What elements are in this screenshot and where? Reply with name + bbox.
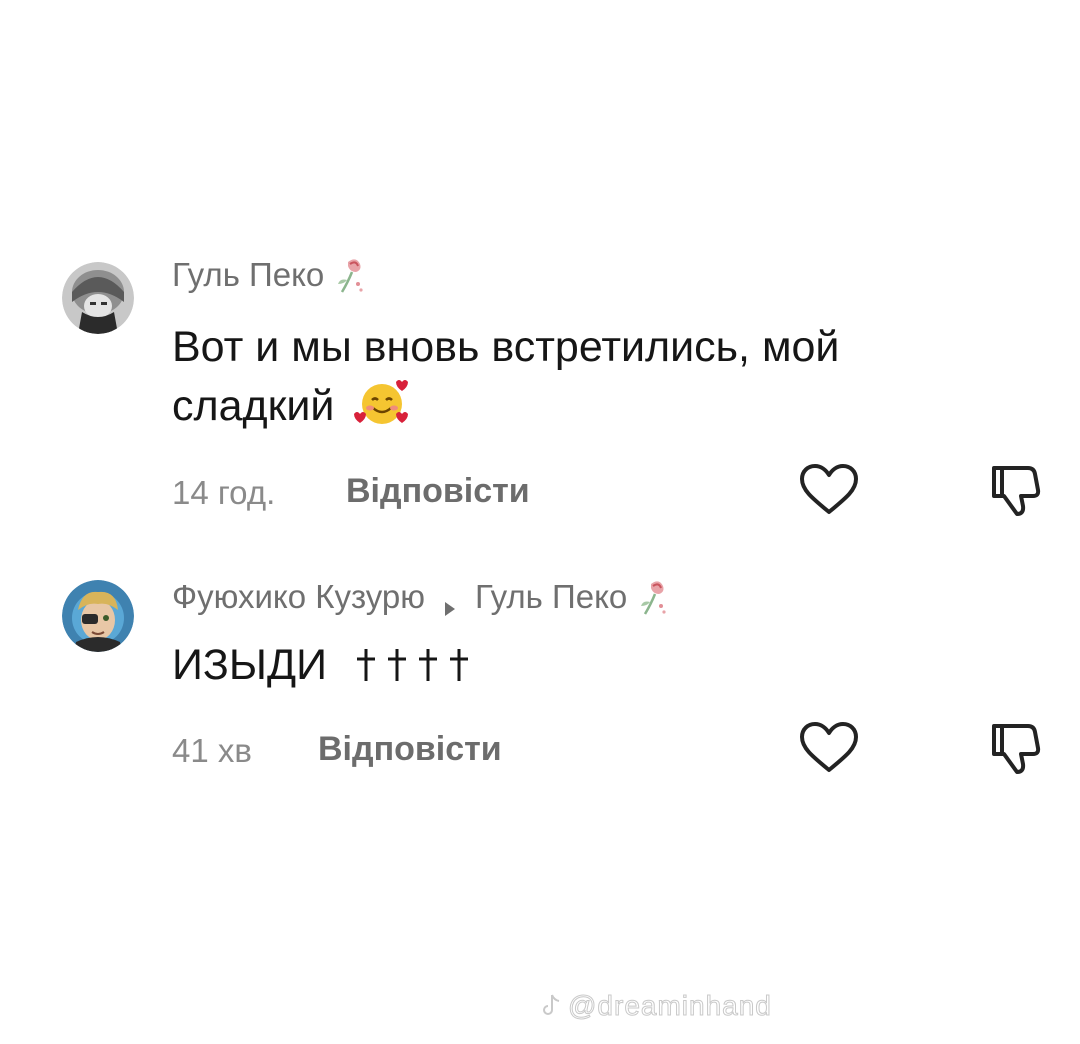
comment-timestamp: 14 год.: [172, 474, 276, 511]
comment-author[interactable]: Фуюхико Кузурю: [172, 578, 425, 616]
thumbs-down-icon: [992, 466, 1041, 516]
reply-to-author[interactable]: Гуль Пеко: [475, 578, 627, 616]
reply-button[interactable]: Відповісти: [346, 472, 530, 511]
comment-author[interactable]: Гуль Пеко: [172, 256, 324, 294]
smiling-face-with-hearts-icon: [352, 376, 412, 428]
comment-text-line: Вот и мы вновь встретились, мой: [172, 323, 840, 371]
heart-icon: [800, 464, 858, 514]
avatar[interactable]: [62, 580, 134, 652]
like-button[interactable]: [798, 462, 860, 518]
like-button[interactable]: [798, 720, 860, 776]
dislike-button[interactable]: [988, 462, 1042, 518]
dislike-button[interactable]: [988, 720, 1042, 776]
avatar[interactable]: [62, 262, 134, 334]
comment-author-line: Фуюхико Кузурю Гуль Пеко: [172, 576, 671, 618]
comment-text-line: сладкий: [172, 376, 839, 435]
wilted-rose-icon: [637, 576, 671, 618]
wilted-rose-icon: [334, 254, 368, 296]
comment-author-line: Гуль Пеко: [172, 254, 368, 296]
comment-text: Вот и мы вновь встретились, мой сладкий: [172, 318, 839, 435]
watermark: @dreaminhand: [540, 990, 772, 1022]
comment-timestamp: 41 хв: [172, 732, 252, 769]
reply-button[interactable]: Відповісти: [318, 730, 502, 769]
cross-icons: [351, 642, 477, 682]
reply-arrow-icon: [443, 588, 457, 616]
watermark-text: @dreaminhand: [568, 990, 772, 1022]
thumbs-down-icon: [992, 724, 1041, 774]
tiktok-icon: [543, 994, 560, 1015]
heart-icon: [800, 722, 858, 772]
comment-text: ИЗЫДИ: [172, 636, 477, 694]
